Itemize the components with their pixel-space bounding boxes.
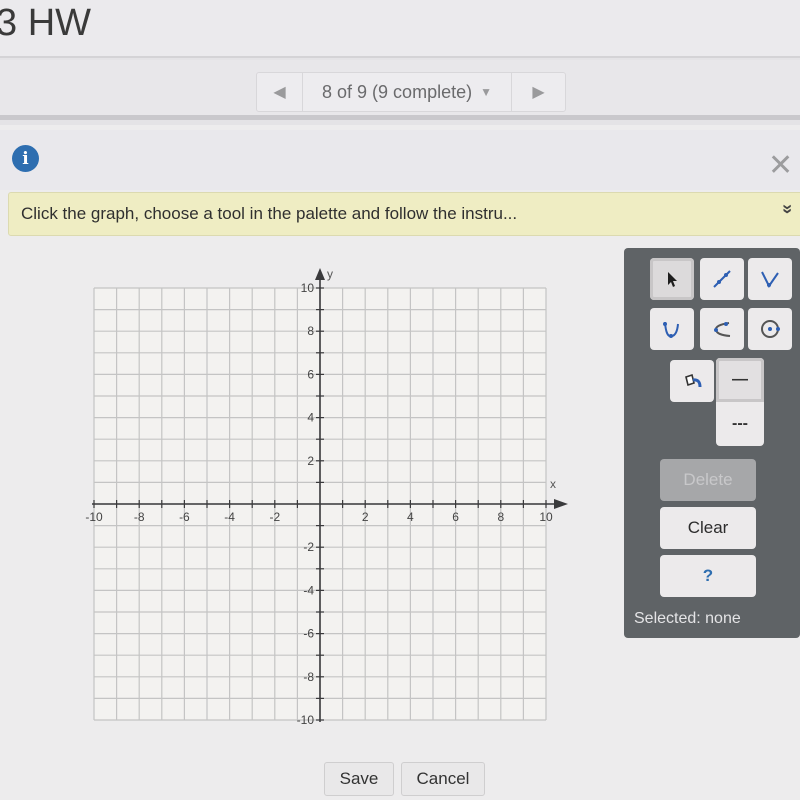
parabola-tool-button[interactable] — [650, 308, 694, 350]
x-tick-label: -2 — [269, 510, 280, 524]
coordinate-plane[interactable]: -10 -8 -6 -4 -2 2 4 6 8 10 10 8 6 4 2 -2 -4 -6 -8 -10 x y — [80, 262, 580, 732]
line-tool-button[interactable] — [700, 258, 744, 300]
cancel-button[interactable]: Cancel — [401, 762, 485, 796]
v-shape-icon — [761, 271, 779, 288]
assignment-header: 3 HW — [0, 0, 800, 58]
info-row — [0, 130, 800, 190]
graph-area[interactable]: -10 -8 -6 -4 -2 2 4 6 8 10 10 8 6 4 2 -2 -4 -6 -8 -10 x y — [80, 262, 580, 732]
y-tick-label: -6 — [303, 627, 314, 641]
next-question-button[interactable]: ▶ — [511, 73, 565, 111]
parabola-icon — [663, 321, 679, 338]
assignment-title: 3 HW — [0, 2, 91, 44]
line-style-group: — --- — [716, 358, 764, 446]
y-tick-label: -10 — [297, 713, 315, 727]
expand-chevrons-icon[interactable]: » — [776, 204, 798, 226]
x-tick-label: -6 — [179, 510, 190, 524]
x-tick-label: 10 — [539, 510, 553, 524]
y-tick-label: 6 — [307, 367, 314, 381]
dashed-line-icon: --- — [732, 415, 748, 432]
y-tick-label: 2 — [307, 454, 314, 468]
question-position-label: 8 of 9 (9 complete) — [322, 81, 473, 102]
y-axis-arrow — [315, 268, 325, 280]
previous-question-button[interactable]: ◀ — [257, 73, 303, 111]
help-button[interactable]: ? — [660, 555, 756, 597]
triangle-right-icon: ▶ — [532, 84, 545, 101]
save-button[interactable]: Save — [324, 762, 394, 796]
x-tick-label: 8 — [497, 510, 504, 524]
instruction-bar: Click the graph, choose a tool in the pa… — [8, 192, 800, 236]
y-tick-label: 4 — [307, 411, 314, 425]
x-tick-label: -8 — [134, 510, 145, 524]
question-pager: ◀ 8 of 9 (9 complete) ▼ ▶ — [256, 72, 566, 112]
instruction-text: Click the graph, choose a tool in the pa… — [21, 204, 518, 223]
x-tick-label: 6 — [452, 510, 459, 524]
info-icon[interactable]: i — [12, 145, 39, 172]
paint-bucket-icon — [685, 373, 702, 388]
question-select-dropdown[interactable]: 8 of 9 (9 complete) ▼ — [303, 73, 511, 111]
y-tick-label: -4 — [303, 583, 314, 597]
select-tool-button[interactable] — [650, 258, 694, 300]
caret-down-icon: ▼ — [480, 85, 492, 99]
absolute-value-tool-button[interactable] — [748, 258, 792, 300]
y-tick-label: -2 — [303, 540, 314, 554]
close-icon[interactable]: ✕ — [768, 151, 796, 181]
dashed-line-style-button[interactable]: --- — [716, 402, 764, 446]
x-axis-arrow — [554, 499, 568, 509]
x-tick-label: -10 — [85, 510, 103, 524]
circle-icon — [761, 320, 780, 338]
delete-button[interactable]: Delete — [660, 459, 756, 501]
fill-tool-button[interactable] — [670, 360, 714, 402]
line-segment-icon — [713, 270, 731, 288]
solid-line-icon: — — [732, 371, 748, 388]
y-tick-label: 10 — [301, 281, 315, 295]
clear-button[interactable]: Clear — [660, 507, 756, 549]
selection-status: Selected: none — [634, 610, 741, 627]
solid-line-style-button[interactable]: — — [716, 358, 764, 402]
sideways-parabola-icon — [714, 322, 731, 337]
circle-tool-button[interactable] — [748, 308, 792, 350]
arrow-cursor-icon — [668, 272, 677, 287]
x-axis-label: x — [550, 477, 556, 491]
y-tick-label: -8 — [303, 670, 314, 684]
x-tick-label: 2 — [362, 510, 369, 524]
y-tick-label: 8 — [307, 324, 314, 338]
hyperbola-tool-button[interactable] — [700, 308, 744, 350]
x-tick-label: 4 — [407, 510, 414, 524]
triangle-left-icon: ◀ — [273, 84, 286, 101]
x-tick-label: -4 — [224, 510, 235, 524]
y-axis-label: y — [327, 267, 333, 281]
